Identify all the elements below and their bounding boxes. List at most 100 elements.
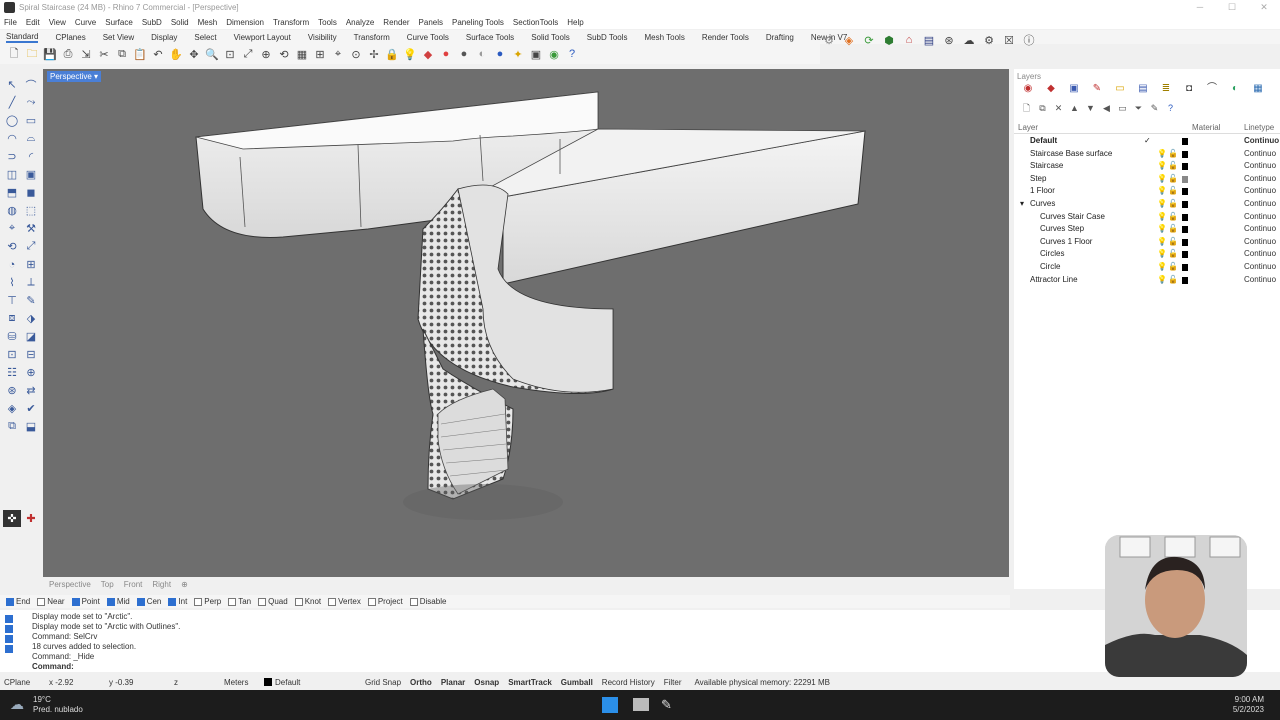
layer-row[interactable]: Default ✓ Continuo	[1014, 135, 1280, 148]
tools-icon[interactable]: ✎	[1148, 102, 1161, 114]
menu-subd[interactable]: SubD	[142, 18, 162, 27]
left-tool-icon-33[interactable]: ☷	[3, 364, 21, 381]
status-toggle-smarttrack[interactable]: SmartTrack	[508, 678, 552, 687]
unlock-icon[interactable]: 🔓	[1168, 223, 1178, 236]
osnap-checkbox[interactable]	[106, 597, 115, 606]
undo-view-icon[interactable]: ⟲	[276, 46, 292, 62]
unlock-icon[interactable]: 🔓	[1168, 148, 1178, 161]
layer-row[interactable]: Attractor Line 💡 🔓 Continuo	[1014, 274, 1280, 287]
layer-linetype[interactable]: Continuo	[1244, 160, 1276, 173]
tab-visibility[interactable]: Visibility	[308, 33, 337, 42]
globe-icon[interactable]: ◉	[546, 46, 562, 62]
layer-row[interactable]: 1 Floor 💡 🔓 Continuo	[1014, 185, 1280, 198]
visible-bulb-icon[interactable]: 💡	[1157, 148, 1167, 161]
layers-tab-icon[interactable]: ▦	[1250, 83, 1266, 95]
osnap-project[interactable]: Project	[367, 597, 403, 606]
paste-icon[interactable]: 📋	[132, 46, 148, 62]
layer-row[interactable]: Staircase 💡 🔓 Continuo	[1014, 160, 1280, 173]
left-tool-icon-37[interactable]: ◈	[3, 400, 21, 417]
globe-tab-icon[interactable]: ◐	[1227, 83, 1243, 95]
status-cplane[interactable]: CPlane	[4, 678, 49, 687]
left-tool-icon-36[interactable]: ⇄	[22, 382, 40, 399]
layer-linetype[interactable]: Continuo	[1244, 185, 1276, 198]
start-icon[interactable]	[602, 697, 618, 713]
osnap-checkbox[interactable]	[37, 597, 46, 606]
tab-curve-tools[interactable]: Curve Tools	[407, 33, 449, 42]
left-tool-icon-39[interactable]: ⧉	[3, 418, 21, 435]
zoom-extents-icon[interactable]: ⤢	[240, 46, 256, 62]
layer-row[interactable]: Curves Step 💡 🔓 Continuo	[1014, 223, 1280, 236]
rotate-view-icon[interactable]: ✥	[186, 46, 202, 62]
snap-icon[interactable]: ✚	[22, 510, 40, 527]
col-linetype[interactable]: Linetype	[1244, 123, 1274, 132]
layer-linetype[interactable]: Continuo	[1244, 135, 1279, 148]
layer-row[interactable]: Staircase Base surface 💡 🔓 Continuo	[1014, 148, 1280, 161]
perspective-viewport[interactable]: Perspective ▾	[43, 69, 1009, 577]
status-toggle-ortho[interactable]: Ortho	[410, 678, 432, 687]
new-file-icon[interactable]: 🗋	[6, 46, 22, 62]
expand-icon[interactable]: ▾	[1020, 198, 1024, 211]
save-icon[interactable]: 💾	[42, 46, 58, 62]
left-tool-icon-7[interactable]: ◠	[3, 130, 21, 147]
hat-icon[interactable]: ⌒	[1204, 83, 1220, 95]
info-icon[interactable]: ⓘ	[1020, 32, 1038, 48]
left-tool-icon-26[interactable]: ✎	[22, 292, 40, 309]
layer-row[interactable]: Curves Stair Case 💡 🔓 Continuo	[1014, 211, 1280, 224]
visible-bulb-icon[interactable]: 💡	[1157, 274, 1167, 287]
left-tool-icon-18[interactable]: ⚒	[22, 220, 40, 237]
layer-color-swatch[interactable]	[1182, 150, 1188, 158]
osnap-checkbox[interactable]	[294, 597, 303, 606]
color-icon[interactable]: ◉	[1020, 83, 1036, 95]
osnap-checkbox[interactable]	[328, 597, 337, 606]
render-preview-icon[interactable]: ◐	[474, 46, 490, 62]
menu-panels[interactable]: Panels	[419, 18, 443, 27]
print-icon[interactable]: ⎙	[60, 46, 76, 62]
settings-icon[interactable]: ⚙	[820, 32, 838, 48]
left-tool-icon-34[interactable]: ⊕	[22, 364, 40, 381]
unlock-icon[interactable]: 🔓	[1168, 211, 1178, 224]
options-icon[interactable]: ⚙	[980, 32, 998, 48]
visible-bulb-icon[interactable]: 💡	[1157, 211, 1167, 224]
menu-surface[interactable]: Surface	[105, 18, 133, 27]
left-tool-icon-5[interactable]: ◯	[3, 112, 21, 129]
open-file-icon[interactable]: 🗀	[24, 46, 40, 62]
osnap-mid[interactable]: Mid	[106, 597, 130, 606]
menu-solid[interactable]: Solid	[171, 18, 189, 27]
tab-transform[interactable]: Transform	[354, 33, 390, 42]
col-layer[interactable]: Layer	[1018, 123, 1038, 132]
delete-layer-icon[interactable]: ✕	[1052, 102, 1065, 114]
left-tool-icon-38[interactable]: ✔	[22, 400, 40, 417]
view-tab-top[interactable]: Top	[101, 580, 114, 589]
tab-subd-tools[interactable]: SubD Tools	[587, 33, 628, 42]
maximize-icon[interactable]: ☐	[1216, 0, 1248, 15]
layer-linetype[interactable]: Continuo	[1244, 173, 1276, 186]
left-tool-icon-22[interactable]: ⊞	[22, 256, 40, 273]
left-tool-icon-1[interactable]: ↖	[3, 76, 21, 93]
status-toggle-planar[interactable]: Planar	[441, 678, 465, 687]
new-sublayer-icon[interactable]: ⧉	[1036, 102, 1049, 114]
menu-sectiontools[interactable]: SectionTools	[513, 18, 558, 27]
view-tab-right[interactable]: Right	[152, 580, 171, 589]
close-box-icon[interactable]: ☒	[1000, 32, 1018, 48]
tab-mesh-tools[interactable]: Mesh Tools	[645, 33, 685, 42]
status-toggle-gumball[interactable]: Gumball	[561, 678, 593, 687]
visible-bulb-icon[interactable]: 💡	[1157, 261, 1167, 274]
file-explorer-icon[interactable]	[633, 698, 649, 711]
osnap-checkbox[interactable]	[258, 597, 267, 606]
left-tool-icon-23[interactable]: ⌇	[3, 274, 21, 291]
osnap-tan[interactable]: Tan	[228, 597, 251, 606]
command-prompt[interactable]: Command:	[32, 662, 180, 672]
unlock-icon[interactable]: 🔓	[1168, 173, 1178, 186]
tab-standard[interactable]: Standard	[6, 32, 39, 43]
osnap-checkbox[interactable]	[136, 597, 145, 606]
layer-linetype[interactable]: Continuo	[1244, 211, 1276, 224]
command-side-checkbox[interactable]	[5, 615, 13, 623]
weather-icon[interactable]: ☁	[10, 696, 24, 713]
left-tool-icon-11[interactable]: ◫	[3, 166, 21, 183]
layer-linetype[interactable]: Continuo	[1244, 148, 1276, 161]
left-tool-icon-16[interactable]: ⬚	[22, 202, 40, 219]
osnap-cen[interactable]: Cen	[136, 597, 161, 606]
layer-icon[interactable]: ◆	[420, 46, 436, 62]
menu-dimension[interactable]: Dimension	[226, 18, 264, 27]
tab-viewport-layout[interactable]: Viewport Layout	[234, 33, 291, 42]
